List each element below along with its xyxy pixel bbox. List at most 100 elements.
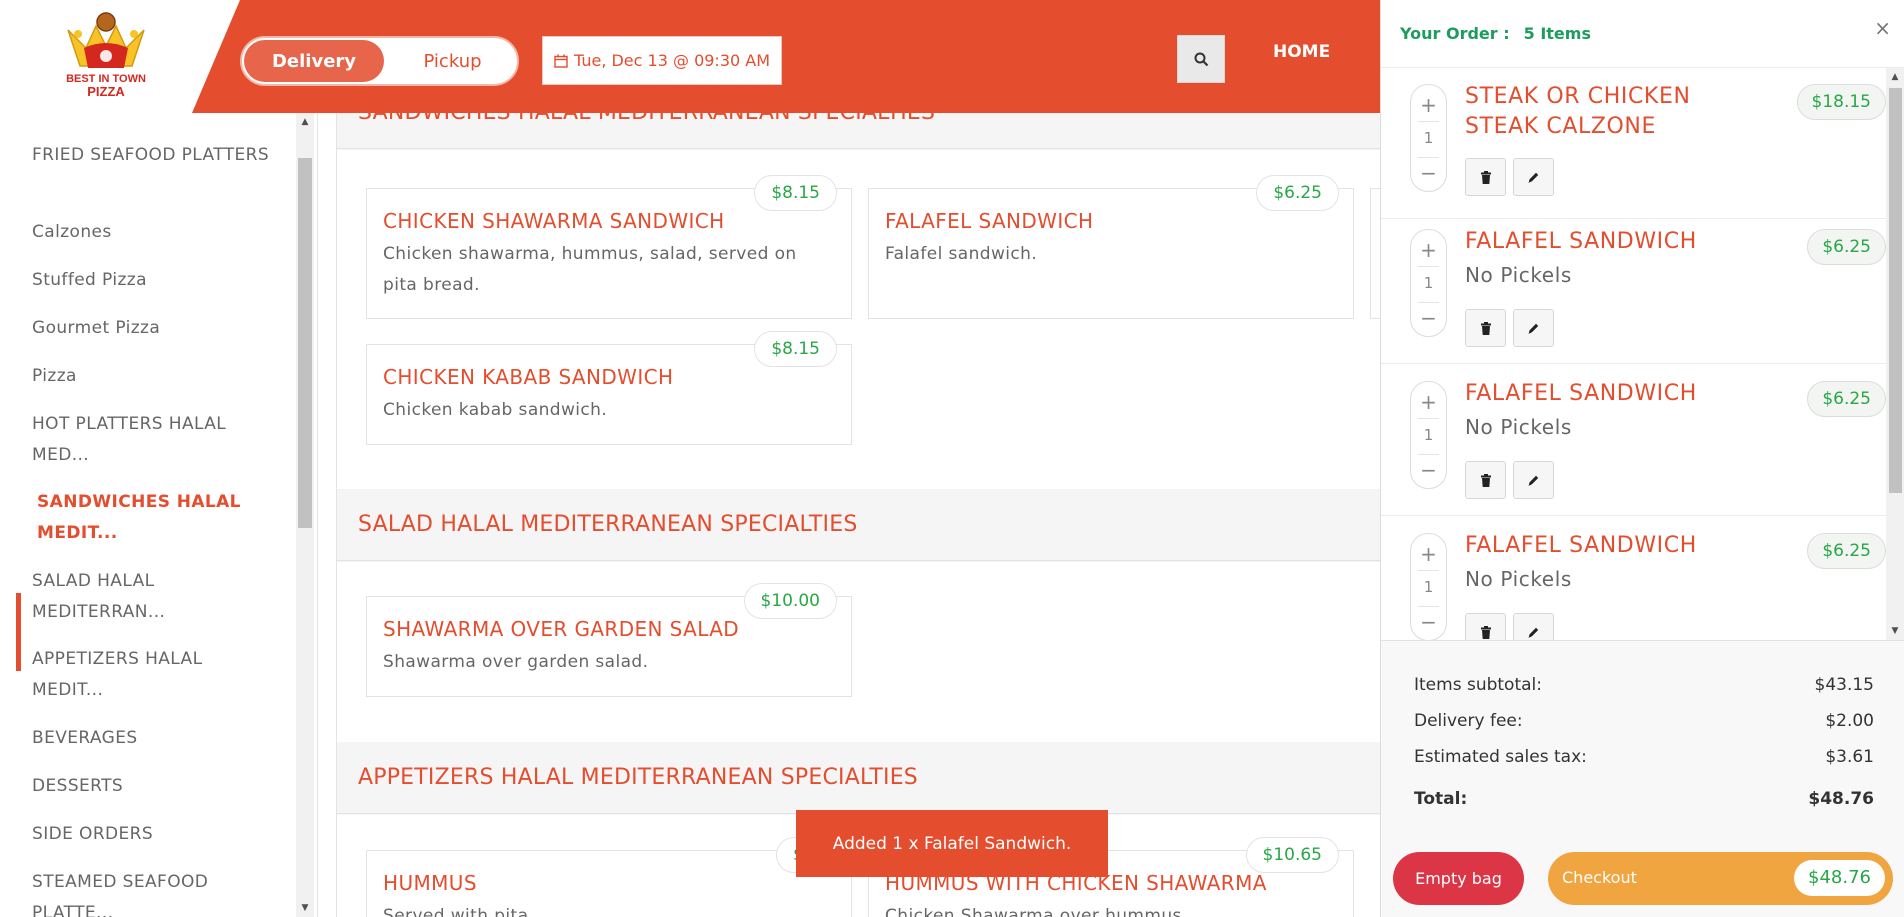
scroll-down-icon[interactable]: ▼ [296,899,314,917]
increase-quantity-button[interactable]: + [1411,93,1446,117]
sidebar-item-stuffed-pizza[interactable]: Stuffed Pizza [32,265,272,296]
menu-item-name: CHICKEN SHAWARMA SANDWICH [383,209,725,233]
cart-scrollbar[interactable]: ▲ ▼ [1886,68,1904,640]
sidebar-item-calzones[interactable]: Calzones [32,217,272,248]
menu-item-card[interactable]: $8.15 CHICKEN KABAB SANDWICH Chicken kab… [366,331,852,445]
sidebar-item-desserts[interactable]: DESSERTS [32,771,272,802]
quantity-value[interactable]: 1 [1411,578,1446,596]
cart-item: + 1 − STEAK OR CHICKEN STEAK CALZONE $18… [1381,68,1886,219]
section-title-salad: SALAD HALAL MEDITERRANEAN SPECIALTIES [337,489,1380,561]
cart-title-label: Your Order : [1400,24,1510,43]
sidebar-item-hot-platters[interactable]: HOT PLATTERS HALAL MED... [32,409,242,471]
cart-header: Your Order : 5 Items × [1381,0,1904,68]
decrease-quantity-button[interactable]: − [1411,610,1446,634]
menu-item-card[interactable]: $8.15 CHICKEN SHAWARMA SANDWICH Chicken … [366,175,852,319]
increase-quantity-button[interactable]: + [1411,542,1446,566]
trash-icon [1480,321,1491,335]
section-title-appetizers: APPETIZERS HALAL MEDITERRANEAN SPECIALTI… [337,742,1380,814]
cart-item: + 1 − FALAFEL SANDWICH No Pickels $6.25 [1381,213,1886,364]
menu-item-name: HUMMUS [383,871,477,895]
increase-quantity-button[interactable]: + [1411,390,1446,414]
edit-item-button[interactable] [1513,158,1554,196]
cart-item-price: $6.25 [1807,381,1886,417]
order-cart-panel: Your Order : 5 Items × + 1 − STEAK OR CHI… [1380,0,1904,917]
tax-row: Estimated sales tax: $3.61 [1414,747,1874,767]
scroll-down-icon[interactable]: ▼ [1886,622,1904,640]
sidebar-item-side-orders[interactable]: SIDE ORDERS [32,819,272,850]
edit-item-button[interactable] [1513,461,1554,499]
sidebar-item-pizza[interactable]: Pizza [32,361,272,392]
schedule-date-label: Tue, Dec 13 @ 09:30 AM [573,51,771,70]
menu-item-card-partial[interactable] [1370,188,1380,319]
menu-content: SANDWICHES HALAL MEDITERRANEAN SPECIALTI… [336,113,1380,917]
pencil-icon [1528,475,1539,486]
sidebar-item-gourmet-pizza[interactable]: Gourmet Pizza [32,313,272,344]
menu-item-card[interactable]: $10.00 SHAWARMA OVER GARDEN SALAD Shawar… [366,583,852,697]
scroll-up-icon[interactable]: ▲ [296,113,314,131]
quantity-value[interactable]: 1 [1411,274,1446,292]
sidebar-scrollbar[interactable]: ▲ ▼ [296,113,314,917]
quantity-stepper: + 1 − [1410,84,1447,192]
delivery-fee-value: $2.00 [1825,711,1874,731]
decrease-quantity-button[interactable]: − [1411,306,1446,330]
stepper-divider [1418,266,1439,267]
edit-item-button[interactable] [1513,309,1554,347]
cart-title: Your Order : 5 Items [1400,24,1591,43]
checkout-button[interactable]: Checkout $48.76 [1548,852,1893,905]
edit-item-button[interactable] [1513,613,1554,640]
menu-item-card[interactable]: $6. HUMMUS Served with pita [366,837,852,917]
sidebar-item-fried-seafood[interactable]: FRIED SEAFOOD PLATTERS [32,140,272,171]
menu-item-card[interactable]: $6.25 FALAFEL SANDWICH Falafel sandwich. [868,175,1354,319]
search-button[interactable] [1177,35,1225,83]
section-title-sandwiches: SANDWICHES HALAL MEDITERRANEAN SPECIALTI… [337,113,1380,149]
sidebar-item-salad[interactable]: SALAD HALAL MEDITERRAN... [32,566,232,628]
pencil-icon [1528,627,1539,638]
trash-icon [1480,625,1491,639]
restaurant-logo[interactable]: BEST IN TOWN PIZZA [58,8,154,104]
subtotal-row: Items subtotal: $43.15 [1414,675,1874,695]
cart-scroll-thumb[interactable] [1889,88,1902,493]
sidebar-item-steamed-seafood[interactable]: STEAMED SEAFOOD PLATTE... [32,867,242,917]
sidebar-item-appetizers[interactable]: APPETIZERS HALAL MEDIT... [32,644,242,706]
cart-item: + 1 − FALAFEL SANDWICH No Pickels $6.25 [1381,365,1886,516]
cart-item: + 1 − FALAFEL SANDWICH No Pickels $6.25 [1381,517,1886,640]
pickup-button[interactable]: Pickup [390,40,515,82]
stepper-divider [1418,606,1439,607]
stepper-divider [1418,302,1439,303]
order-type-toggle: Delivery Pickup [240,36,519,86]
delete-item-button[interactable] [1465,461,1506,499]
empty-bag-button[interactable]: Empty bag [1393,852,1524,905]
cart-item-count: 5 Items [1523,24,1591,43]
close-icon[interactable]: × [1874,16,1891,40]
quantity-value[interactable]: 1 [1411,426,1446,444]
nav-home-link[interactable]: HOME [1273,42,1330,62]
quantity-stepper: + 1 − [1410,229,1447,337]
schedule-date-button[interactable]: Tue, Dec 13 @ 09:30 AM [542,36,782,85]
decrease-quantity-button[interactable]: − [1411,458,1446,482]
menu-item-desc: Served with pita [383,906,529,917]
sidebar-item-beverages[interactable]: BEVERAGES [32,723,272,754]
increase-quantity-button[interactable]: + [1411,238,1446,262]
delivery-button[interactable]: Delivery [244,40,384,82]
quantity-stepper: + 1 − [1410,533,1447,640]
sidebar-item-sandwiches[interactable]: SANDWICHES HALAL MEDIT... [37,487,247,549]
delete-item-button[interactable] [1465,613,1506,640]
search-icon [1194,52,1208,66]
quantity-stepper: + 1 − [1410,381,1447,489]
menu-item-price: $10.65 [1245,837,1339,873]
delete-item-button[interactable] [1465,309,1506,347]
cart-item-price: $6.25 [1807,533,1886,569]
cart-item-price: $6.25 [1807,229,1886,265]
menu-item-desc: Falafel sandwich. [885,244,1038,264]
sidebar-scroll-thumb[interactable] [298,158,312,528]
delete-item-button[interactable] [1465,158,1506,196]
subtotal-value: $43.15 [1814,675,1874,695]
scroll-up-icon[interactable]: ▲ [1886,68,1904,86]
menu-item-name: CHICKEN KABAB SANDWICH [383,365,674,389]
calendar-icon [554,54,568,68]
stepper-divider [1418,418,1439,419]
menu-item-desc: Chicken shawarma, hummus, salad, served … [383,244,797,295]
added-to-cart-toast: Added 1 x Falafel Sandwich. [796,810,1108,877]
quantity-value[interactable]: 1 [1411,129,1446,147]
decrease-quantity-button[interactable]: − [1411,161,1446,185]
